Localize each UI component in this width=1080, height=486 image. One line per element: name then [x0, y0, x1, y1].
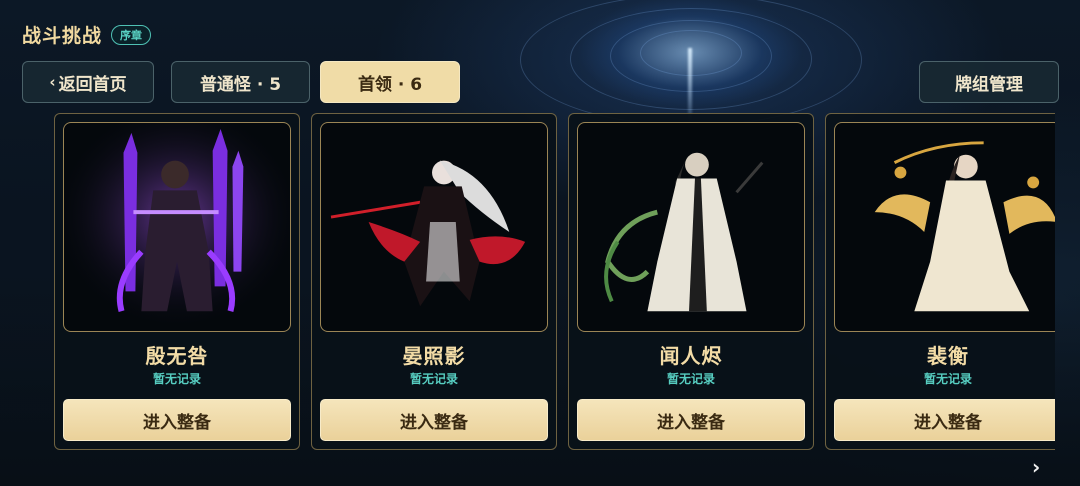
boss-card-list[interactable]: 殷无咎 暂无记录 进入整备 晏照影 暂无记录 进入整备 闻人烬 暂无记录 进入整… — [54, 113, 1055, 450]
boss-name: 晏照影 — [402, 344, 466, 368]
enter-prep-button[interactable]: 进入整备 — [63, 399, 291, 441]
boss-portrait — [320, 122, 548, 332]
page-title: 战斗挑战 — [22, 25, 103, 47]
boss-card[interactable]: 裴衡 暂无记录 进入整备 — [825, 113, 1055, 450]
boss-record: 暂无记录 — [409, 372, 458, 386]
enter-prep-button[interactable]: 进入整备 — [320, 399, 548, 441]
boss-portrait — [834, 122, 1055, 332]
enter-prep-button[interactable]: 进入整备 — [834, 399, 1055, 441]
boss-portrait-art — [604, 152, 764, 312]
chevron-left-icon: ‹ — [49, 73, 56, 91]
chevron-right-icon[interactable]: › — [1032, 455, 1040, 479]
boss-portrait — [577, 122, 805, 332]
boss-card[interactable]: 晏照影 暂无记录 进入整备 — [311, 113, 557, 450]
tab-normal-monsters[interactable]: 普通怪 · 5 — [171, 61, 310, 103]
page-header: 战斗挑战 序章 — [22, 21, 152, 48]
chapter-badge: 序章 — [111, 24, 152, 45]
enter-prep-button[interactable]: 进入整备 — [577, 399, 805, 441]
boss-portrait-art — [874, 141, 1055, 312]
tab-normal-monsters-label: 普通怪 · 5 — [199, 74, 282, 95]
deck-management-label: 牌组管理 — [955, 74, 1023, 95]
boss-name: 闻人烬 — [659, 344, 723, 368]
boss-record: 暂无记录 — [152, 372, 201, 386]
boss-portrait-art — [330, 160, 526, 307]
back-home-label: 返回首页 — [58, 74, 127, 95]
back-home-button[interactable]: ‹ 返回首页 — [22, 61, 154, 103]
tab-bosses-label: 首领 · 6 — [357, 74, 423, 95]
boss-card[interactable]: 殷无咎 暂无记录 进入整备 — [54, 113, 300, 450]
boss-portrait-art — [64, 123, 290, 331]
boss-card[interactable]: 闻人烬 暂无记录 进入整备 — [568, 113, 814, 450]
deck-management-button[interactable]: 牌组管理 — [919, 61, 1059, 103]
boss-portrait — [63, 122, 291, 332]
lightning-bolt — [688, 48, 692, 120]
boss-name: 裴衡 — [927, 344, 969, 368]
boss-record: 暂无记录 — [666, 372, 715, 386]
boss-record: 暂无记录 — [923, 372, 972, 386]
boss-name: 殷无咎 — [145, 344, 209, 368]
tab-bosses[interactable]: 首领 · 6 — [320, 61, 460, 103]
